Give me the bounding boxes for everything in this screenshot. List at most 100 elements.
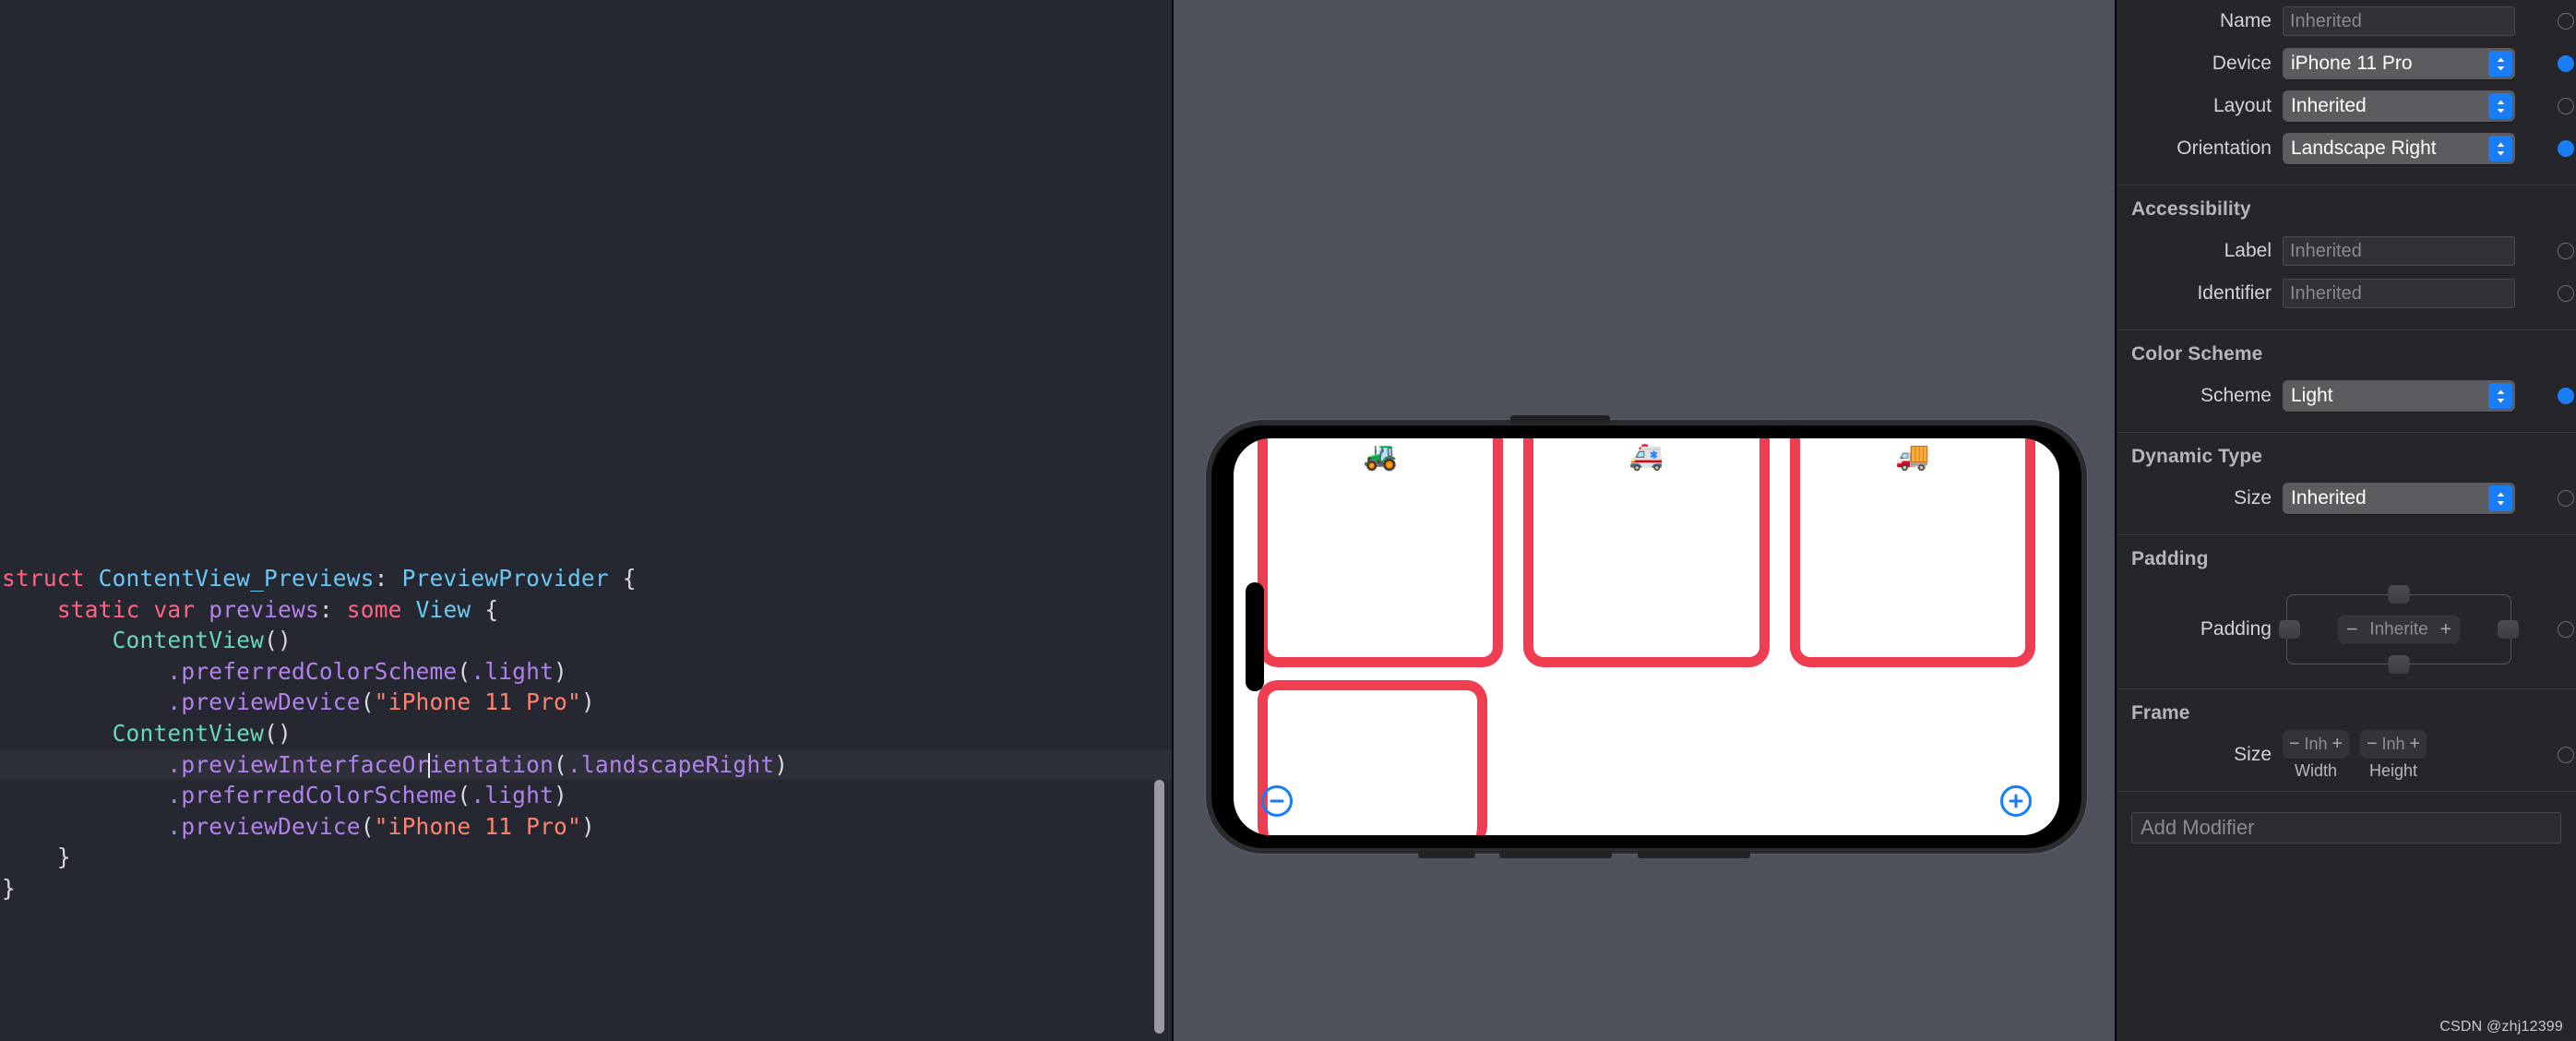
identifier-input[interactable]: Inherited — [2283, 279, 2515, 308]
device-screen[interactable]: 🚜 🚑 🚚 — [1234, 438, 2059, 835]
size-override-toggle[interactable] — [2558, 490, 2574, 507]
frame-height-group: − Inh + Height — [2360, 729, 2427, 781]
padding-override-toggle[interactable] — [2558, 621, 2574, 638]
section-title-color-scheme: Color Scheme — [2131, 343, 2263, 365]
code-line[interactable]: } — [0, 873, 1174, 904]
inspector-section-accessibility: Accessibility Label Inherited Identifier Inh… — [2117, 185, 2576, 330]
device-popup-button[interactable]: iPhone 11 Pro — [2283, 48, 2515, 79]
swift-source-code[interactable]: struct ContentView_Previews: PreviewProv… — [0, 563, 1174, 904]
code-line[interactable]: } — [0, 842, 1174, 873]
name-override-toggle[interactable] — [2558, 13, 2574, 30]
code-line[interactable]: ContentView() — [0, 625, 1174, 656]
inspector-row-name: Name Inherited — [2117, 0, 2576, 42]
padding-trailing-handle[interactable] — [2498, 620, 2519, 639]
frame-height-caption: Height — [2368, 760, 2418, 780]
row-control-size: Inherited — [2283, 483, 2548, 514]
frame-height-decrement-button[interactable]: − — [2367, 734, 2378, 755]
orientation-popup-button[interactable]: Landscape Right — [2283, 133, 2515, 164]
padding-increment-button[interactable]: + — [2440, 618, 2451, 640]
code-line[interactable]: .preferredColorScheme(.light) — [0, 656, 1174, 688]
code-line[interactable]: struct ContentView_Previews: PreviewProv… — [0, 563, 1174, 594]
row-label-layout: Layout — [2212, 95, 2272, 116]
size-popup-button[interactable]: Inherited — [2283, 483, 2515, 514]
minus-circle-button[interactable] — [1261, 785, 1293, 817]
chevron-updown-icon[interactable] — [2488, 136, 2512, 162]
scheme-popup-button[interactable]: Light — [2283, 380, 2515, 412]
identifier-override-toggle[interactable] — [2558, 285, 2574, 302]
ambulance-icon: 🚑 — [1628, 441, 1664, 472]
code-editor-pane[interactable]: struct ContentView_Previews: PreviewProv… — [0, 0, 1174, 1041]
card-item[interactable]: 🚑 — [1523, 438, 1770, 667]
code-line[interactable]: .previewInterfaceOrientation(.landscapeR… — [0, 748, 1174, 781]
section-title-accessibility: Accessibility — [2131, 198, 2251, 220]
chevron-updown-icon[interactable] — [2488, 485, 2512, 511]
inspector-row-padding: Padding − Inherite + — [2117, 580, 2576, 679]
hardware-volume-up-button — [1418, 850, 1475, 858]
card-item[interactable]: 🚚 — [1789, 438, 2035, 667]
chevron-updown-icon[interactable] — [2488, 383, 2512, 409]
frame-width-decrement-button[interactable]: − — [2289, 734, 2300, 755]
editor-vertical-scrollbar[interactable] — [1154, 780, 1164, 1034]
code-line[interactable]: ContentView() — [0, 718, 1174, 749]
inspector-section-color-scheme: Color Scheme Scheme Light — [2117, 330, 2576, 433]
frame-size-steppers: − Inh + Width − Inh + Height — [2283, 729, 2427, 781]
card-item[interactable]: 🚜 — [1258, 438, 1504, 667]
chevron-updown-icon[interactable] — [2488, 93, 2512, 119]
hardware-silence-switch — [1510, 415, 1610, 424]
inspector-section-preview: Name Inherited Device iPhone 11 Pro Layout In… — [2117, 0, 2576, 185]
frame-width-caption: Width — [2294, 760, 2337, 780]
code-line[interactable]: .previewDevice("iPhone 11 Pro") — [0, 687, 1174, 718]
row-control-orientation: Landscape Right — [2283, 133, 2548, 164]
padding-decrement-button[interactable]: − — [2346, 618, 2357, 640]
inspector-row-scheme: Scheme Light — [2117, 375, 2576, 417]
row-control-scheme: Light — [2283, 380, 2548, 412]
inspector-row-orientation: Orientation Landscape Right — [2117, 127, 2576, 170]
name-input[interactable]: Inherited — [2283, 6, 2515, 36]
row-control-padding: − Inherite + — [2279, 585, 2548, 674]
preview-canvas[interactable]: 🚜 🚑 🚚 — [1174, 0, 2115, 1041]
frame-height-stepper[interactable]: − Inh + — [2360, 729, 2427, 759]
device-override-toggle[interactable] — [2558, 55, 2574, 72]
scheme-override-toggle[interactable] — [2558, 388, 2574, 404]
code-line[interactable]: .previewDevice("iPhone 11 Pro") — [0, 811, 1174, 843]
add-modifier-field[interactable]: Add Modifier — [2131, 812, 2561, 844]
hardware-volume-down-button — [1499, 850, 1612, 858]
section-title-padding: Padding — [2131, 548, 2209, 569]
frame-width-increment-button[interactable]: + — [2332, 734, 2343, 755]
orientation-override-toggle[interactable] — [2558, 140, 2574, 157]
tractor-icon: 🚜 — [1363, 441, 1398, 472]
layout-popup-button[interactable]: Inherited — [2283, 90, 2515, 122]
code-line[interactable]: .preferredColorScheme(.light) — [0, 780, 1174, 811]
padding-widget[interactable]: − Inherite + — [2279, 585, 2519, 674]
padding-top-handle[interactable] — [2388, 585, 2410, 604]
padding-stepper[interactable]: − Inherite + — [2338, 615, 2460, 644]
chevron-updown-icon[interactable] — [2488, 51, 2512, 77]
row-control-label: Inherited — [2283, 236, 2548, 266]
frame-width-stepper[interactable]: − Inh + — [2283, 729, 2349, 759]
inspector-section-dynamic-type: Dynamic Type Size Inherited — [2117, 433, 2576, 535]
inspector-section-frame: Frame Size − Inh + Width − Inh + Height — [2117, 689, 2576, 792]
size-override-toggle[interactable] — [2558, 747, 2574, 763]
xcode-window: struct ContentView_Previews: PreviewProv… — [0, 0, 2576, 1041]
label-input[interactable]: Inherited — [2283, 236, 2515, 266]
card-item-bottom[interactable] — [1258, 680, 1487, 835]
device-preview-iphone-11-pro[interactable]: 🚜 🚑 🚚 — [1206, 415, 2087, 858]
padding-value: Inherite — [2369, 619, 2428, 639]
inspector-row-device: Device iPhone 11 Pro — [2117, 42, 2576, 85]
row-control-device: iPhone 11 Pro — [2283, 48, 2548, 79]
padding-bottom-handle[interactable] — [2388, 655, 2410, 674]
label-override-toggle[interactable] — [2558, 243, 2574, 259]
section-title-frame: Frame — [2131, 702, 2190, 724]
code-line[interactable]: static var previews: some View { — [0, 594, 1174, 626]
row-label-size: Size — [2234, 744, 2272, 765]
plus-circle-button[interactable] — [2000, 785, 2032, 817]
frame-height-increment-button[interactable]: + — [2409, 734, 2420, 755]
padding-leading-handle[interactable] — [2279, 620, 2300, 639]
device-popup-value: iPhone 11 Pro — [2291, 53, 2413, 74]
attributes-inspector-pane[interactable]: Name Inherited Device iPhone 11 Pro Layout In… — [2115, 0, 2576, 1041]
layout-override-toggle[interactable] — [2558, 98, 2574, 114]
row-label-identifier: Identifier — [2197, 282, 2272, 304]
